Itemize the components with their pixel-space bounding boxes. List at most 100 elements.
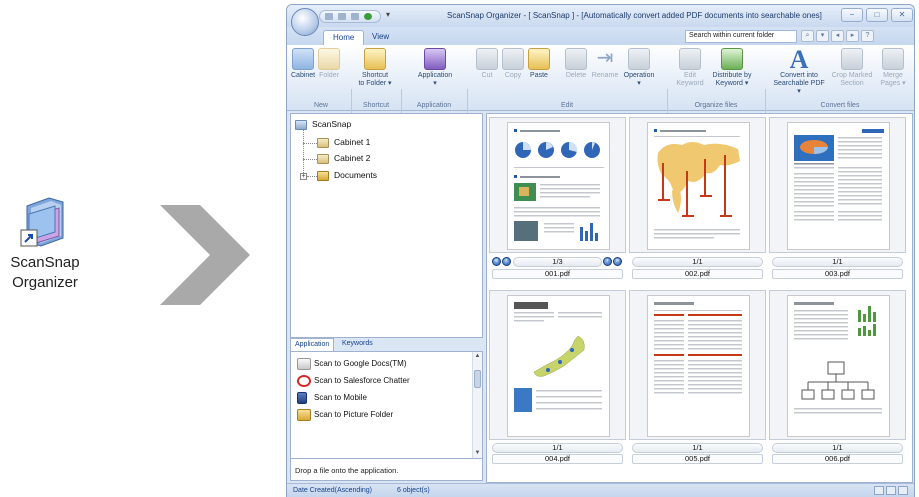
app-item-picture-folder[interactable]: Scan to Picture Folder — [297, 409, 393, 421]
copy-button[interactable]: Copy — [501, 48, 525, 80]
qat-refresh-icon[interactable] — [364, 13, 372, 20]
delete-icon — [565, 48, 587, 70]
expand-plus-icon[interactable]: + — [300, 173, 307, 180]
preview-view-icon[interactable] — [898, 486, 908, 495]
search-tools: ⌕ ▾ ◂ ▸? — [801, 30, 876, 43]
operation-button[interactable]: Operation ▾ — [621, 48, 657, 88]
merge-icon — [882, 48, 904, 70]
thumbnail-card-005[interactable]: 1/1 005.pdf — [629, 290, 766, 464]
qat-save-icon[interactable] — [338, 13, 346, 20]
qat-undo-icon[interactable] — [351, 13, 359, 20]
group-label-convert-files: Convert files — [820, 102, 860, 109]
object-count-status: 6 object(s) — [397, 487, 430, 494]
qat-dropdown-icon[interactable]: ▾ — [386, 10, 390, 19]
mobile-icon — [297, 392, 307, 404]
merge-pages-button[interactable]: Merge Pages ▾ — [877, 48, 909, 88]
page-thumbnail — [769, 117, 906, 253]
page-preview — [647, 122, 750, 250]
shortcut-to-folder-button[interactable]: Shortcut to Folder ▾ — [355, 48, 395, 88]
paste-button[interactable]: Paste — [527, 48, 551, 80]
page-counter: 1/1 — [772, 443, 903, 453]
delete-button[interactable]: Delete — [563, 48, 589, 80]
search-options-icon[interactable]: ▾ — [816, 30, 829, 42]
previous-page-icon[interactable]: ‹ — [502, 257, 511, 266]
thumbnail-card-004[interactable]: 1/1 004.pdf — [489, 290, 626, 464]
thumbnail-pane: « ‹ › » 1/3 001.pdf 1/1 002.pdf 1/1 003.… — [486, 113, 913, 483]
tab-home[interactable]: Home — [323, 30, 365, 45]
page-preview — [787, 122, 890, 250]
tree-line — [303, 159, 317, 160]
file-name: 002.pdf — [632, 269, 763, 279]
distribute-by-keyword-button[interactable]: Distribute by Keyword ▾ — [707, 48, 757, 88]
rename-button[interactable]: ⇥ Rename — [591, 48, 619, 80]
tab-application[interactable]: Application — [290, 338, 335, 351]
desktop-shortcut-scansnap-organizer[interactable]: ScanSnap Organizer — [4, 192, 86, 293]
thumbnail-view-icon[interactable] — [874, 486, 884, 495]
close-button[interactable]: ✕ — [891, 8, 913, 22]
maximize-button[interactable]: □ — [866, 8, 888, 22]
thumbnail-card-006[interactable]: 1/1 006.pdf — [769, 290, 906, 464]
folder-button[interactable]: Folder — [317, 48, 341, 80]
scansnap-organizer-icon — [19, 192, 71, 250]
app-item-mobile[interactable]: Scan to Mobile — [297, 392, 367, 404]
folder-tree: ScanSnap Cabinet 1 Cabinet 2 + Documents — [290, 113, 483, 338]
cut-icon — [476, 48, 498, 70]
paste-icon — [528, 48, 550, 70]
file-name: 003.pdf — [772, 269, 903, 279]
back-icon[interactable]: ◂ — [831, 30, 844, 42]
view-mode-buttons — [872, 486, 908, 497]
scroll-down-icon[interactable]: ▼ — [473, 449, 482, 458]
first-page-icon[interactable]: « — [492, 257, 501, 266]
page-preview — [507, 122, 610, 250]
file-name: 004.pdf — [492, 454, 623, 464]
app-item-google-docs[interactable]: Scan to Google Docs(TM) — [297, 358, 406, 370]
convert-searchable-pdf-button[interactable]: A Convert into Searchable PDF ▾ — [771, 47, 827, 96]
next-page-icon[interactable]: › — [603, 257, 612, 266]
forward-icon[interactable]: ▸ — [846, 30, 859, 42]
tree-item-cabinet-2[interactable]: Cabinet 2 — [317, 153, 370, 164]
edit-keyword-icon — [679, 48, 701, 70]
quick-access-toolbar — [319, 10, 381, 23]
minimize-button[interactable]: − — [841, 8, 863, 22]
page-thumbnail — [489, 290, 626, 440]
tree-root-scansnap[interactable]: ScanSnap — [295, 119, 351, 130]
tree-item-cabinet-1[interactable]: Cabinet 1 — [317, 137, 370, 148]
cabinet-button[interactable]: Cabinet — [291, 48, 315, 80]
application-menu-button[interactable] — [291, 8, 319, 36]
document-preview-graphic — [794, 302, 882, 414]
app-list-scrollbar[interactable]: ▲ ▼ — [472, 352, 482, 458]
last-page-icon[interactable]: » — [613, 257, 622, 266]
page-counter: 1/3 — [513, 257, 602, 267]
tree-item-documents[interactable]: Documents — [317, 170, 377, 181]
picture-folder-icon — [297, 409, 311, 421]
thumbnail-card-002[interactable]: 1/1 002.pdf — [629, 117, 766, 289]
document-preview-graphic — [514, 302, 602, 412]
page-thumbnail — [769, 290, 906, 440]
tree-line — [303, 143, 317, 144]
document-preview-graphic — [654, 302, 742, 394]
cut-button[interactable]: Cut — [475, 48, 499, 80]
thumbnail-card-003[interactable]: 1/1 003.pdf — [769, 117, 906, 289]
app-item-salesforce-chatter[interactable]: Scan to Salesforce Chatter — [297, 375, 410, 387]
edit-keyword-button[interactable]: Edit Keyword — [675, 48, 705, 88]
scroll-thumb[interactable] — [474, 370, 481, 388]
search-input[interactable]: Search within current folder — [685, 30, 797, 43]
crop-marked-section-button[interactable]: Crop Marked Section — [831, 48, 873, 88]
page-thumbnail — [489, 117, 626, 253]
tab-view[interactable]: View — [363, 30, 398, 45]
application-button[interactable]: Application ▾ — [413, 48, 457, 88]
window-title: ScanSnap Organizer - [ ScanSnap ] - [Aut… — [447, 11, 822, 20]
status-bar: Date Created(Ascending) 6 object(s) — [287, 483, 914, 497]
search-icon[interactable]: ⌕ — [801, 30, 814, 42]
tree-line — [307, 176, 317, 177]
desktop-icon-label-line2: Organizer — [12, 274, 78, 291]
qat-scan-icon[interactable] — [325, 13, 333, 20]
list-view-icon[interactable] — [886, 486, 896, 495]
tab-keywords[interactable]: Keywords — [338, 338, 377, 351]
page-preview — [787, 295, 890, 437]
help-icon[interactable]: ? — [861, 30, 874, 42]
thumbnail-card-001[interactable]: « ‹ › » 1/3 001.pdf — [489, 117, 626, 289]
salesforce-chatter-icon — [297, 375, 311, 387]
scroll-up-icon[interactable]: ▲ — [473, 352, 482, 361]
screenshot-stage: ScanSnap Organizer ▾ ScanSnap Organizer … — [0, 0, 919, 497]
